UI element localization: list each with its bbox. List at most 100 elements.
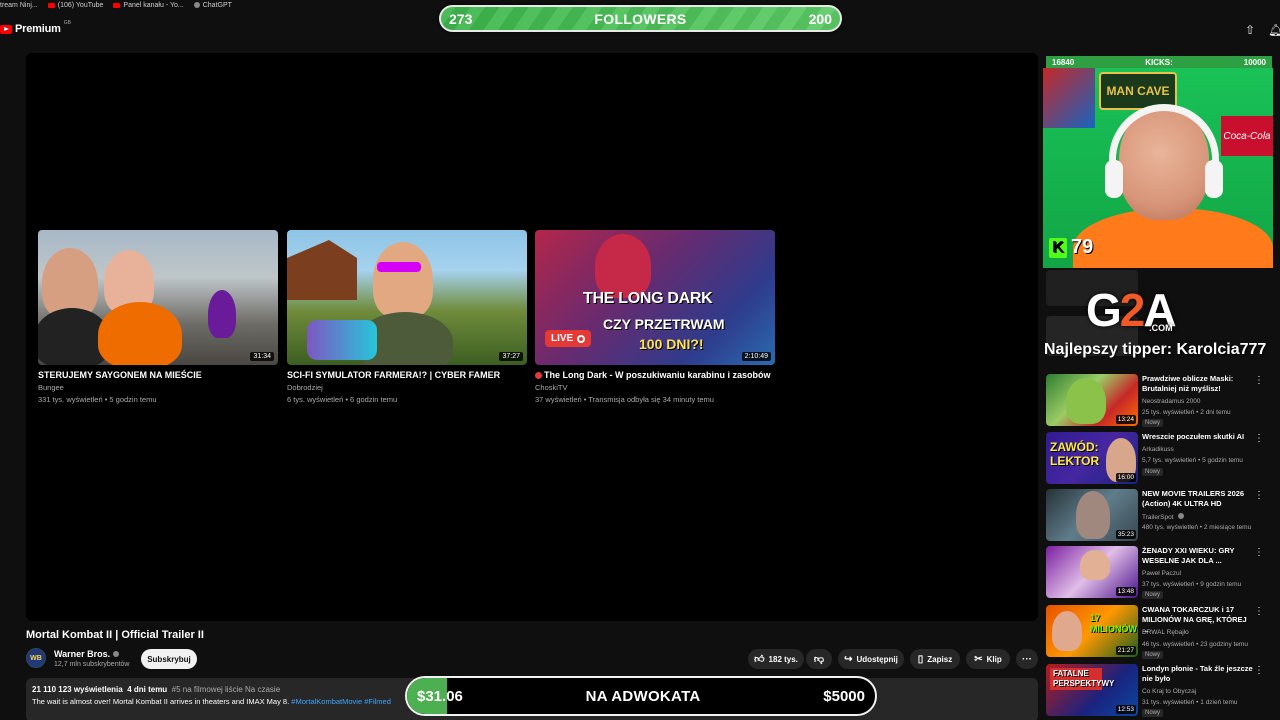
recommendation-thumbnail[interactable]: 13:48 — [1046, 546, 1138, 598]
recommendation-thumbnail[interactable]: ZAWÓD: LEKTOR 16:00 — [1046, 432, 1138, 484]
youtube-logo[interactable]: Premium GB — [0, 20, 71, 35]
recommendation-title[interactable]: Prawdziwe oblicze Maski: Brutalniej niż … — [1142, 374, 1254, 394]
end-screen-card[interactable]: 31:34 STERUJEMY SAYGONEM NA MIEŚCIE Bung… — [38, 230, 278, 404]
bookmark-item[interactable]: (106) YouTube — [47, 2, 103, 9]
recommendation-item[interactable]: FATALNE PERSPEKTYWY 12:53 Londyn płonie … — [1046, 664, 1272, 717]
thumbnail-text: FATALNE PERSPEKTYWY — [1050, 668, 1114, 690]
recommendation-item[interactable]: 13:48 ŻENADY XXI WIEKU: GRY WESELNE JAK … — [1046, 546, 1272, 599]
avatar-text: WB — [30, 654, 42, 662]
description-body: The wait is almost over! Mortal Kombat I… — [32, 697, 290, 706]
top-tipper-text: Najlepszy tipper: Karolcia777 — [1044, 341, 1267, 358]
recommendation-item[interactable]: 35:23 NEW MOVIE TRAILERS 2026 (Action) 4… — [1046, 489, 1272, 541]
notifications-icon[interactable]: 🔔︎ — [1268, 23, 1280, 37]
duration-badge: 13:48 — [1115, 587, 1136, 596]
recommendation-item[interactable]: 17 MILIONÓW 21:27 CWANA TOKARCZUK i 17 M… — [1046, 605, 1272, 659]
like-button[interactable]: 👍︎ 182 tys. — [748, 649, 804, 669]
donation-target: $5000 — [823, 687, 865, 705]
description-hashtags[interactable]: #MortalKombatMovie #Filmed — [291, 697, 391, 706]
recommendation-thumbnail[interactable]: 13:24 — [1046, 374, 1138, 426]
video-title: Mortal Kombat II | Official Trailer II — [26, 629, 204, 641]
end-card-thumbnail[interactable]: 37:27 — [287, 230, 527, 365]
recommendation-channel[interactable]: Arkadikuss — [1142, 446, 1174, 453]
end-card-meta: 331 tys. wyświetleń • 5 godzin temu — [38, 395, 157, 404]
more-vert-icon[interactable]: ⋮ — [1254, 376, 1264, 386]
upload-age: 4 dni temu — [127, 685, 168, 694]
end-card-channel[interactable]: Bungee — [38, 383, 278, 392]
recommendation-thumbnail[interactable]: 17 MILIONÓW 21:27 — [1046, 605, 1138, 657]
more-vert-icon[interactable]: ⋮ — [1254, 434, 1264, 444]
marvel-poster — [1043, 68, 1095, 128]
recommendation-channel[interactable]: Paweł Paczul — [1142, 570, 1181, 577]
verified-icon — [1178, 513, 1185, 519]
view-count: 21 110 123 wyświetlenia — [32, 685, 123, 694]
followers-goal-bar: 273 FOLLOWERS 200 — [439, 5, 842, 32]
end-screen-card[interactable]: 37:27 SCI-FI SYMULATOR FARMERA!? | CYBER… — [287, 230, 527, 404]
person-figure — [1052, 611, 1082, 651]
kicks-stats-bar: 16840 KICKS: 10000 — [1046, 56, 1272, 68]
upload-icon[interactable]: ⇧ — [1243, 23, 1257, 37]
bookmark-item[interactable]: tream Ninj... — [0, 2, 38, 9]
duration-badge: 13:24 — [1115, 415, 1136, 424]
kicks-left-stat: 16840 — [1052, 57, 1075, 67]
bookmark-item[interactable]: ChatGPT — [193, 2, 232, 9]
recommendation-channel[interactable]: TrailerSpot — [1142, 513, 1185, 521]
visor-shape — [377, 262, 421, 272]
end-card-channel[interactable]: Dobrodziej — [287, 383, 527, 392]
person-figure — [595, 234, 651, 298]
share-button[interactable]: ↪ Udostępnij — [838, 649, 904, 669]
like-count: 182 tys. — [768, 654, 798, 664]
bookmark-item[interactable]: Panel kanału - Yo... — [113, 1, 184, 9]
end-card-title: The Long Dark - W poszukiwaniu karabinu … — [544, 370, 771, 380]
bookmark-label: Panel kanału - Yo... — [123, 1, 184, 9]
more-vert-icon[interactable]: ⋮ — [1254, 548, 1264, 558]
recommendation-channel[interactable]: DRWAL Rębajło — [1142, 629, 1189, 636]
more-actions-button[interactable]: ··· — [1016, 649, 1038, 669]
donation-label: NA ADWOKATA — [585, 687, 701, 705]
chatgpt-icon — [193, 2, 200, 8]
end-card-title-wrap[interactable]: The Long Dark - W poszukiwaniu karabinu … — [535, 370, 775, 380]
live-label: LIVE — [551, 333, 574, 344]
recommendation-title[interactable]: NEW MOVIE TRAILERS 2026 (Action) 4K ULTR… — [1142, 489, 1254, 509]
more-vert-icon[interactable]: ⋮ — [1254, 607, 1264, 617]
mask-figure — [1066, 378, 1106, 424]
save-button[interactable]: ▯ Zapisz — [910, 649, 960, 669]
video-player[interactable]: 31:34 STERUJEMY SAYGONEM NA MIEŚCIE Bung… — [26, 53, 1038, 621]
channel-text: TrailerSpot — [1142, 514, 1174, 521]
recommendation-channel[interactable]: Co Kraj to Obyczaj — [1142, 688, 1196, 695]
clip-label: Klip — [986, 654, 1002, 664]
channel-avatar[interactable]: WB — [26, 648, 46, 668]
live-badge: LIVE — [545, 330, 592, 347]
recommendation-channel[interactable]: Neostradamus 2000 — [1142, 398, 1201, 405]
dislike-button[interactable]: 👎︎ — [806, 649, 832, 669]
subscribe-button[interactable]: Subskrybuj — [141, 649, 197, 669]
recommendation-thumbnail[interactable]: 35:23 — [1046, 489, 1138, 541]
thumbnail-text: 17 MILIONÓW — [1090, 613, 1137, 634]
clip-button[interactable]: ✂ Klip — [966, 649, 1010, 669]
live-dot-icon — [535, 372, 542, 379]
scissors-icon: ✂ — [974, 653, 983, 665]
trending-rank[interactable]: #5 na filmowej liście Na czasie — [172, 685, 281, 694]
more-vert-icon[interactable]: ⋮ — [1254, 666, 1264, 676]
share-icon: ↪ — [844, 653, 853, 665]
end-card-title[interactable]: SCI-FI SYMULATOR FARMERA!? | CYBER FAMER — [287, 370, 527, 380]
end-card-meta: 6 tys. wyświetleń • 6 godzin temu — [287, 395, 398, 404]
end-card-title[interactable]: STERUJEMY SAYGONEM NA MIEŚCIE — [38, 370, 278, 380]
end-card-thumbnail[interactable]: THE LONG DARK CZY PRZETRWAM 100 DNI?! LI… — [535, 230, 775, 365]
end-card-thumbnail[interactable]: 31:34 — [38, 230, 278, 365]
end-card-channel[interactable]: ChoskiTV — [535, 383, 775, 392]
recommendation-item[interactable]: ZAWÓD: LEKTOR 16:00 Wreszcie poczułem sk… — [1046, 432, 1272, 484]
coke-sign: Coca-Cola — [1221, 116, 1273, 156]
thumbs-down-icon: 👎︎ — [813, 654, 825, 665]
recommendation-title[interactable]: Londyn płonie - Tak źle jeszcze nie było — [1142, 664, 1254, 684]
followers-target: 200 — [808, 10, 832, 27]
recommendation-item[interactable]: 13:24 Prawdziwe oblicze Maski: Brutalnie… — [1046, 374, 1272, 427]
recommendation-title[interactable]: Wreszcie poczułem skutki AI — [1142, 432, 1254, 442]
followers-current: 273 — [449, 10, 473, 27]
recommendation-meta: 46 tys. wyświetleń • 23 godziny temu — [1142, 641, 1248, 648]
recommendation-thumbnail[interactable]: FATALNE PERSPEKTYWY 12:53 — [1046, 664, 1138, 716]
more-icon: ··· — [1022, 653, 1032, 665]
end-screen-card[interactable]: THE LONG DARK CZY PRZETRWAM 100 DNI?! LI… — [535, 230, 775, 404]
channel-name[interactable]: Warner Bros. — [54, 649, 120, 659]
recommendation-title[interactable]: ŻENADY XXI WIEKU: GRY WESELNE JAK DLA ..… — [1142, 546, 1254, 566]
more-vert-icon[interactable]: ⋮ — [1254, 491, 1264, 501]
